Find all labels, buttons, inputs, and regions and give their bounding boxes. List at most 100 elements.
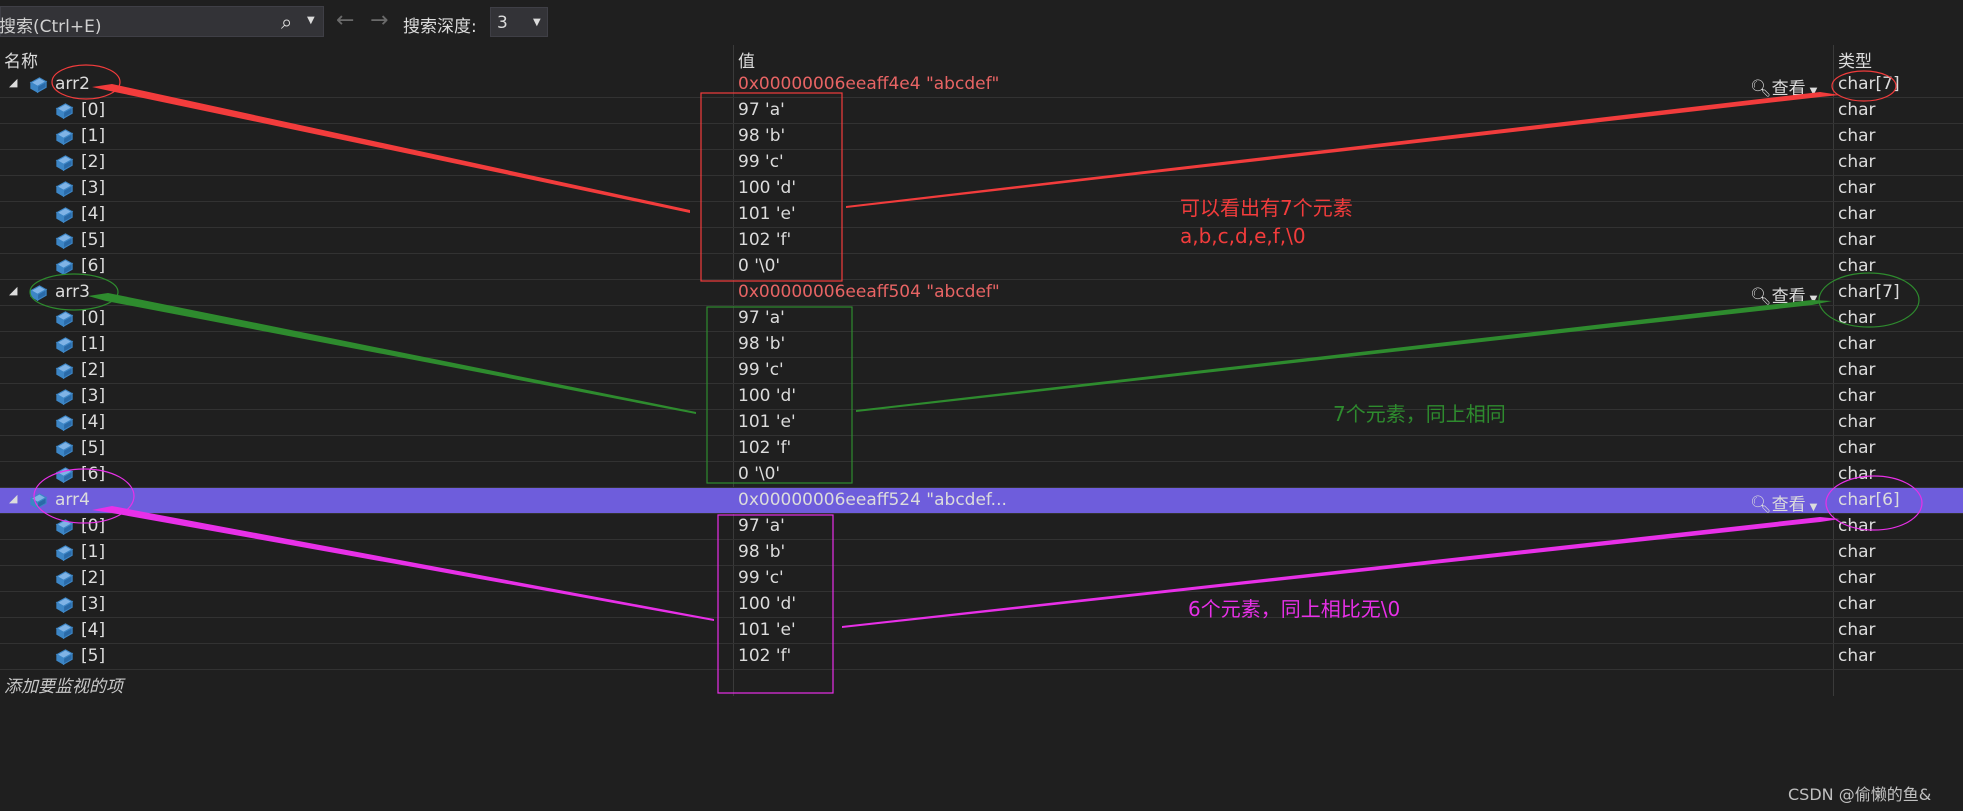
table-row[interactable]: [2] 99 'c' char xyxy=(0,358,1963,384)
watch-value[interactable]: 97 'a' xyxy=(738,100,785,120)
watch-value[interactable]: 101 'e' xyxy=(738,620,796,640)
watch-name[interactable]: [4] xyxy=(81,412,105,432)
watch-type: char xyxy=(1838,308,1876,328)
tree-row-parent[interactable]: ◢ arr4 0x00000006eeaff524 "abcdef... 🔍︎查看 ▼ c… xyxy=(0,488,1963,515)
table-row[interactable]: [6] 0 '\0' char xyxy=(0,462,1963,488)
table-row[interactable]: [0] 97 'a' char xyxy=(0,98,1963,124)
watch-value[interactable]: 100 'd' xyxy=(738,386,796,406)
watch-name[interactable]: [2] xyxy=(81,360,105,380)
red-note-line2: a,b,c,d,e,f,\0 xyxy=(1180,224,1306,248)
table-row[interactable]: [6] 0 '\0' char xyxy=(0,254,1963,280)
watch-name[interactable]: [0] xyxy=(81,516,105,536)
watch-value[interactable]: 0 '\0' xyxy=(738,256,780,276)
watch-value[interactable]: 0x00000006eeaff504 "abcdef" xyxy=(738,282,1000,302)
chevron-down-icon[interactable]: ▼ xyxy=(307,15,315,26)
watch-name[interactable]: [0] xyxy=(81,100,105,120)
watch-type: char xyxy=(1838,594,1876,614)
view-label: 查看 xyxy=(1771,287,1806,307)
tree-row-parent[interactable]: ◢ arr3 0x00000006eeaff504 "abcdef" 🔍︎查看 ▼ cha… xyxy=(0,280,1963,307)
variable-field-icon xyxy=(54,647,75,666)
watch-value[interactable]: 99 'c' xyxy=(738,152,784,172)
watch-value[interactable]: 101 'e' xyxy=(738,412,796,432)
table-row[interactable]: [5] 102 'f' char xyxy=(0,644,1963,670)
watch-type: char xyxy=(1838,334,1876,354)
table-row[interactable]: [2] 99 'c' char xyxy=(0,150,1963,176)
chevron-down-icon[interactable]: ▼ xyxy=(1810,502,1818,513)
watch-value[interactable]: 98 'b' xyxy=(738,334,785,354)
collapse-triangle-icon[interactable]: ◢ xyxy=(9,492,17,505)
table-row[interactable]: [1] 98 'b' char xyxy=(0,124,1963,150)
table-row[interactable]: [0] 97 'a' char xyxy=(0,306,1963,332)
watch-value[interactable]: 99 'c' xyxy=(738,568,784,588)
watch-name[interactable]: [5] xyxy=(81,438,105,458)
watch-value[interactable]: 0 '\0' xyxy=(738,464,780,484)
search-icon[interactable]: ⌕ xyxy=(281,10,292,34)
watch-value[interactable]: 99 'c' xyxy=(738,360,784,380)
watch-value[interactable]: 98 'b' xyxy=(738,126,785,146)
watch-value[interactable]: 0x00000006eeaff4e4 "abcdef" xyxy=(738,74,999,94)
watch-name[interactable]: [3] xyxy=(81,594,105,614)
watch-name[interactable]: [1] xyxy=(81,334,105,354)
watch-name[interactable]: [4] xyxy=(81,620,105,640)
watch-name[interactable]: arr4 xyxy=(55,490,90,510)
watch-value[interactable]: 100 'd' xyxy=(738,594,796,614)
table-row[interactable]: [3] 100 'd' char xyxy=(0,384,1963,410)
watch-name[interactable]: [0] xyxy=(81,308,105,328)
watch-value[interactable]: 100 'd' xyxy=(738,178,796,198)
view-button[interactable]: 🔍︎查看 ▼ xyxy=(1750,74,1817,99)
watch-value[interactable]: 102 'f' xyxy=(738,438,791,458)
search-input[interactable]: 搜索(Ctrl+E) ⌕ ▼ xyxy=(0,6,324,37)
watch-value[interactable]: 97 'a' xyxy=(738,516,785,536)
table-row[interactable]: [4] 101 'e' char xyxy=(0,202,1963,228)
watch-type: char xyxy=(1838,620,1876,640)
watch-name[interactable]: arr3 xyxy=(55,282,90,302)
table-row[interactable]: [0] 97 'a' char xyxy=(0,514,1963,540)
watch-value[interactable]: 101 'e' xyxy=(738,204,796,224)
watch-name[interactable]: [6] xyxy=(81,256,105,276)
table-row[interactable]: [3] 100 'd' char xyxy=(0,176,1963,202)
watch-name[interactable]: [2] xyxy=(81,152,105,172)
watch-value[interactable]: 98 'b' xyxy=(738,542,785,562)
table-row[interactable]: [5] 102 'f' char xyxy=(0,436,1963,462)
search-depth-select[interactable]: 3 ▼ xyxy=(490,7,548,37)
view-button[interactable]: 🔍︎查看 ▼ xyxy=(1750,282,1817,307)
forward-arrow-icon[interactable]: → xyxy=(370,8,388,33)
column-value-header[interactable]: 值 xyxy=(738,47,755,72)
watch-name[interactable]: [2] xyxy=(81,568,105,588)
watch-name[interactable]: [3] xyxy=(81,178,105,198)
chevron-down-icon[interactable]: ▼ xyxy=(533,17,541,28)
column-type-header[interactable]: 类型 xyxy=(1838,47,1872,72)
table-row[interactable]: [5] 102 'f' char xyxy=(0,228,1963,254)
watch-type: char xyxy=(1838,568,1876,588)
watch-name[interactable]: [4] xyxy=(81,204,105,224)
watch-name[interactable]: [3] xyxy=(81,386,105,406)
watch-name[interactable]: [1] xyxy=(81,126,105,146)
table-row[interactable]: [1] 98 'b' char xyxy=(0,332,1963,358)
table-row[interactable]: [4] 101 'e' char xyxy=(0,618,1963,644)
tree-row-parent[interactable]: ◢ arr2 0x00000006eeaff4e4 "abcdef" 🔍︎查看 ▼ cha… xyxy=(0,72,1963,99)
column-name-header[interactable]: 名称 xyxy=(4,47,38,72)
watch-value[interactable]: 102 'f' xyxy=(738,646,791,666)
watch-name[interactable]: [5] xyxy=(81,230,105,250)
back-arrow-icon[interactable]: ← xyxy=(336,8,354,33)
chevron-down-icon[interactable]: ▼ xyxy=(1810,294,1818,305)
watch-value[interactable]: 97 'a' xyxy=(738,308,785,328)
watch-name[interactable]: [1] xyxy=(81,542,105,562)
view-button[interactable]: 🔍︎查看 ▼ xyxy=(1750,490,1817,515)
variable-field-icon xyxy=(54,231,75,250)
watch-value[interactable]: 102 'f' xyxy=(738,230,791,250)
table-row[interactable]: [4] 101 'e' char xyxy=(0,410,1963,436)
view-label: 查看 xyxy=(1771,79,1806,99)
table-row[interactable]: [2] 99 'c' char xyxy=(0,566,1963,592)
watch-name[interactable]: arr2 xyxy=(55,74,90,94)
collapse-triangle-icon[interactable]: ◢ xyxy=(9,284,17,297)
chevron-down-icon[interactable]: ▼ xyxy=(1810,86,1818,97)
table-row[interactable]: [1] 98 'b' char xyxy=(0,540,1963,566)
variable-field-icon xyxy=(54,257,75,276)
watch-value[interactable]: 0x00000006eeaff524 "abcdef... xyxy=(738,490,1007,510)
watch-name[interactable]: [5] xyxy=(81,646,105,666)
add-watch-item[interactable]: 添加要监视的项 xyxy=(4,672,123,697)
watch-name[interactable]: [6] xyxy=(81,464,105,484)
collapse-triangle-icon[interactable]: ◢ xyxy=(9,76,17,89)
table-row[interactable]: [3] 100 'd' char xyxy=(0,592,1963,618)
